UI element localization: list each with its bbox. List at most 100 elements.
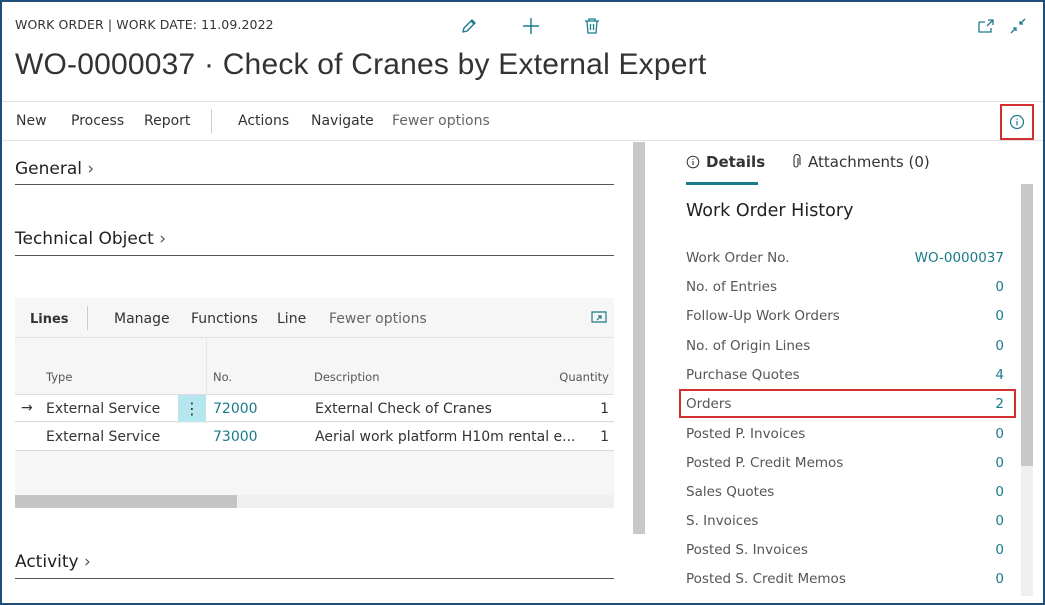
factbox-vertical-scrollbar[interactable] [1021, 184, 1033, 596]
table-row[interactable]: → External Service ⋮ 72000 External Chec… [15, 394, 614, 422]
paperclip-icon [793, 154, 801, 168]
fact-row-sales-quotes[interactable]: Sales Quotes 0 [686, 479, 1004, 505]
chevron-right-icon: › [153, 229, 167, 249]
description-column-header[interactable]: Description [314, 370, 380, 384]
fact-value[interactable]: 0 [995, 484, 1004, 500]
no-cell[interactable]: 72000 [213, 401, 258, 417]
activity-section-header[interactable]: Activity › [15, 552, 91, 572]
grid-column-divider [206, 338, 207, 394]
action-bar: New Process Report Actions Navigate Fewe… [2, 101, 1043, 141]
current-row-arrow-icon: → [21, 400, 33, 416]
scrollbar-thumb[interactable] [1021, 184, 1033, 466]
no-cell[interactable]: 73000 [213, 429, 258, 445]
fact-label: No. of Origin Lines [686, 338, 811, 354]
lines-tab[interactable]: Lines [30, 312, 69, 327]
fact-row-posted-s-credit-memos[interactable]: Posted S. Credit Memos 0 [686, 566, 1004, 592]
factbox-title: Work Order History [686, 201, 854, 221]
info-factbox-toggle-button[interactable] [1000, 104, 1034, 140]
fact-row-s-invoices[interactable]: S. Invoices 0 [686, 508, 1004, 534]
general-section-label: General [15, 159, 82, 179]
fact-value[interactable]: 0 [995, 542, 1004, 558]
table-row[interactable]: External Service 73000 Aerial work platf… [15, 423, 614, 451]
activity-section-label: Activity [15, 552, 79, 572]
general-section-header[interactable]: General › [15, 159, 94, 179]
navigate-action[interactable]: Navigate [311, 113, 374, 129]
actions-action[interactable]: Actions [238, 113, 289, 129]
general-divider [15, 184, 614, 185]
type-cell[interactable]: External Service [46, 429, 160, 445]
fact-label: Posted P. Credit Memos [686, 455, 844, 471]
lines-toolbar-divider [87, 306, 88, 330]
fact-value[interactable]: 0 [995, 279, 1004, 295]
fact-row-posted-p-invoices[interactable]: Posted P. Invoices 0 [686, 421, 1004, 447]
open-new-window-icon[interactable] [974, 14, 998, 38]
fact-row-no-of-entries[interactable]: No. of Entries 0 [686, 274, 1004, 300]
action-bar-divider [211, 109, 212, 133]
quantity-cell[interactable]: 1 [600, 429, 609, 445]
lines-fewer-options-action[interactable]: Fewer options [329, 311, 427, 327]
fact-value[interactable]: 0 [995, 455, 1004, 471]
quantity-column-header[interactable]: Quantity [559, 370, 609, 384]
fact-row-follow-up-work-orders[interactable]: Follow-Up Work Orders 0 [686, 303, 1004, 329]
attachments-tab-label: Attachments (0) [808, 153, 930, 171]
page-title: WO-0000037 · Check of Cranes by External… [15, 48, 707, 81]
attachments-tab[interactable]: Attachments (0) [790, 153, 930, 171]
fact-value[interactable]: WO-0000037 [915, 250, 1004, 266]
line-action[interactable]: Line [277, 311, 306, 327]
lines-horizontal-scrollbar[interactable] [15, 495, 614, 508]
quantity-cell[interactable]: 1 [600, 401, 609, 417]
functions-action[interactable]: Functions [191, 311, 258, 327]
activity-divider [15, 578, 614, 579]
fact-label: S. Invoices [686, 513, 759, 529]
technical-object-section-header[interactable]: Technical Object › [15, 229, 166, 249]
chevron-right-icon: › [78, 552, 91, 572]
process-action[interactable]: Process [71, 113, 124, 129]
fewer-options-action[interactable]: Fewer options [392, 113, 490, 129]
technical-object-divider [15, 255, 614, 256]
collapse-icon[interactable] [1006, 14, 1030, 38]
chevron-right-icon: › [82, 159, 95, 179]
technical-object-section-label: Technical Object [15, 229, 154, 249]
add-icon[interactable] [519, 14, 543, 38]
fact-row-purchase-quotes[interactable]: Purchase Quotes 4 [686, 362, 1004, 388]
type-column-header[interactable]: Type [46, 370, 72, 384]
fact-value[interactable]: 0 [995, 571, 1004, 587]
details-tab[interactable]: Details [686, 153, 765, 171]
row-actions-menu-icon[interactable]: ⋮ [178, 395, 206, 422]
fact-label: Purchase Quotes [686, 367, 800, 383]
fact-value[interactable]: 4 [995, 367, 1004, 383]
lines-toolbar: Lines Manage Functions Line Fewer option… [15, 298, 614, 338]
delete-icon[interactable] [580, 14, 604, 38]
fact-row-posted-p-credit-memos[interactable]: Posted P. Credit Memos 0 [686, 450, 1004, 476]
edit-icon[interactable] [457, 14, 481, 38]
fact-row-posted-s-invoices[interactable]: Posted S. Invoices 0 [686, 537, 1004, 563]
new-action[interactable]: New [16, 113, 47, 129]
orders-highlight-box [679, 389, 1016, 418]
info-icon [686, 155, 700, 169]
expand-icon[interactable] [591, 309, 607, 329]
work-order-page: WORK ORDER | WORK DATE: 11.09.2022 WO-00… [0, 0, 1045, 605]
fact-value[interactable]: 0 [995, 426, 1004, 442]
lines-subpage: Lines Manage Functions Line Fewer option… [15, 298, 614, 508]
details-tab-label: Details [706, 153, 766, 171]
report-action[interactable]: Report [144, 113, 190, 129]
info-icon [1009, 114, 1025, 130]
fact-label: Sales Quotes [686, 484, 775, 500]
description-cell[interactable]: External Check of Cranes [315, 401, 492, 417]
description-cell[interactable]: Aerial work platform H10m rental e... [315, 429, 576, 445]
fact-value[interactable]: 0 [995, 338, 1004, 354]
fact-label: No. of Entries [686, 279, 778, 295]
page-caption: WORK ORDER | WORK DATE: 11.09.2022 [15, 17, 274, 32]
no-column-header[interactable]: No. [213, 370, 232, 384]
type-cell[interactable]: External Service [46, 401, 160, 417]
fact-value[interactable]: 0 [995, 513, 1004, 529]
fact-row-work-order-no[interactable]: Work Order No. WO-0000037 [686, 245, 1004, 271]
manage-action[interactable]: Manage [114, 311, 170, 327]
content-vertical-scrollbar[interactable] [633, 142, 645, 534]
fact-label: Posted S. Invoices [686, 542, 808, 558]
fact-label: Posted S. Credit Memos [686, 571, 846, 587]
fact-value[interactable]: 0 [995, 308, 1004, 324]
scrollbar-thumb[interactable] [15, 495, 237, 508]
fact-row-no-of-origin-lines[interactable]: No. of Origin Lines 0 [686, 333, 1004, 359]
fact-label: Follow-Up Work Orders [686, 308, 840, 324]
